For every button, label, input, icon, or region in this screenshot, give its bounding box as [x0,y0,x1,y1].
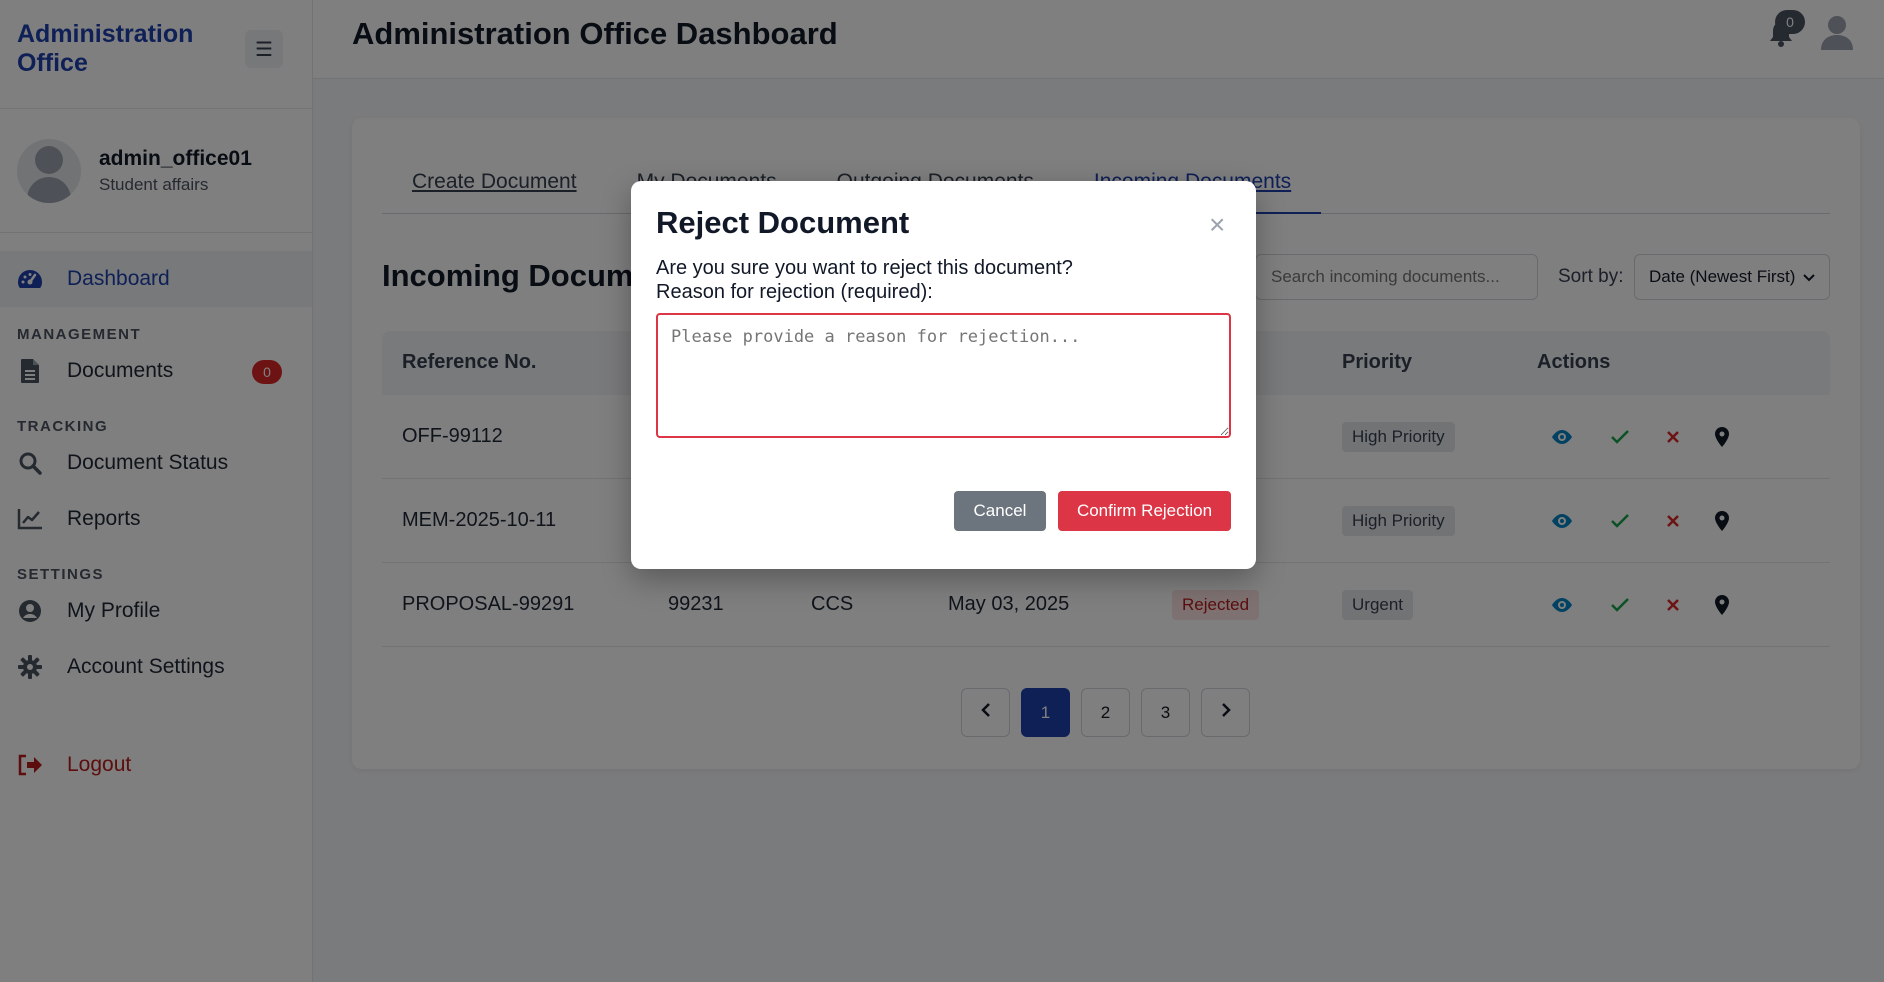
close-icon[interactable]: × [1209,211,1225,239]
confirm-rejection-button[interactable]: Confirm Rejection [1058,491,1231,531]
rejection-reason-input[interactable] [656,313,1231,438]
reason-label: Reason for rejection (required): [656,281,933,303]
reject-document-modal: Reject Document × Are you sure you want … [631,181,1256,569]
confirmation-text: Are you sure you want to reject this doc… [656,257,1073,279]
cancel-button[interactable]: Cancel [954,491,1046,531]
modal-message: Are you sure you want to reject this doc… [656,256,1073,304]
modal-title: Reject Document [656,205,910,240]
